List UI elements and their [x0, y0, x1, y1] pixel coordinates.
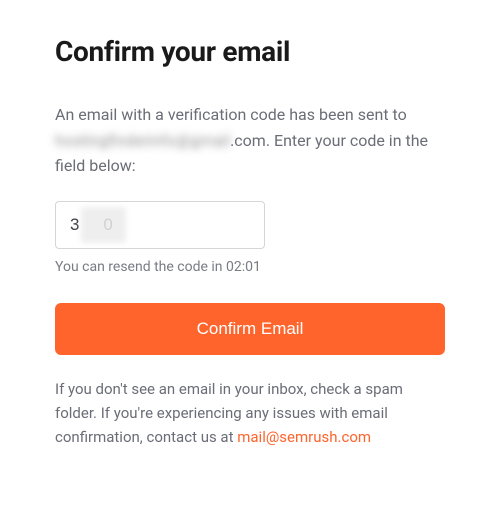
- verification-code-input[interactable]: [55, 201, 265, 249]
- resend-prefix: You can resend the code in: [55, 259, 226, 275]
- contact-email-link[interactable]: mail@semrush.com: [237, 428, 371, 446]
- resend-timer: 02:01: [226, 259, 261, 275]
- help-text: If you don't see an email in your inbox,…: [55, 377, 445, 449]
- page-title: Confirm your email: [55, 35, 445, 68]
- resend-text: You can resend the code in 02:01: [55, 259, 445, 275]
- email-suffix: .com: [230, 131, 266, 150]
- instruction-text: An email with a verification code has be…: [55, 102, 445, 179]
- instruction-prefix: An email with a verification code has be…: [55, 105, 407, 124]
- code-input-wrapper: [55, 201, 265, 249]
- redacted-email: hostingfinderinfo@gmail: [55, 131, 230, 150]
- confirm-email-button[interactable]: Confirm Email: [55, 303, 445, 355]
